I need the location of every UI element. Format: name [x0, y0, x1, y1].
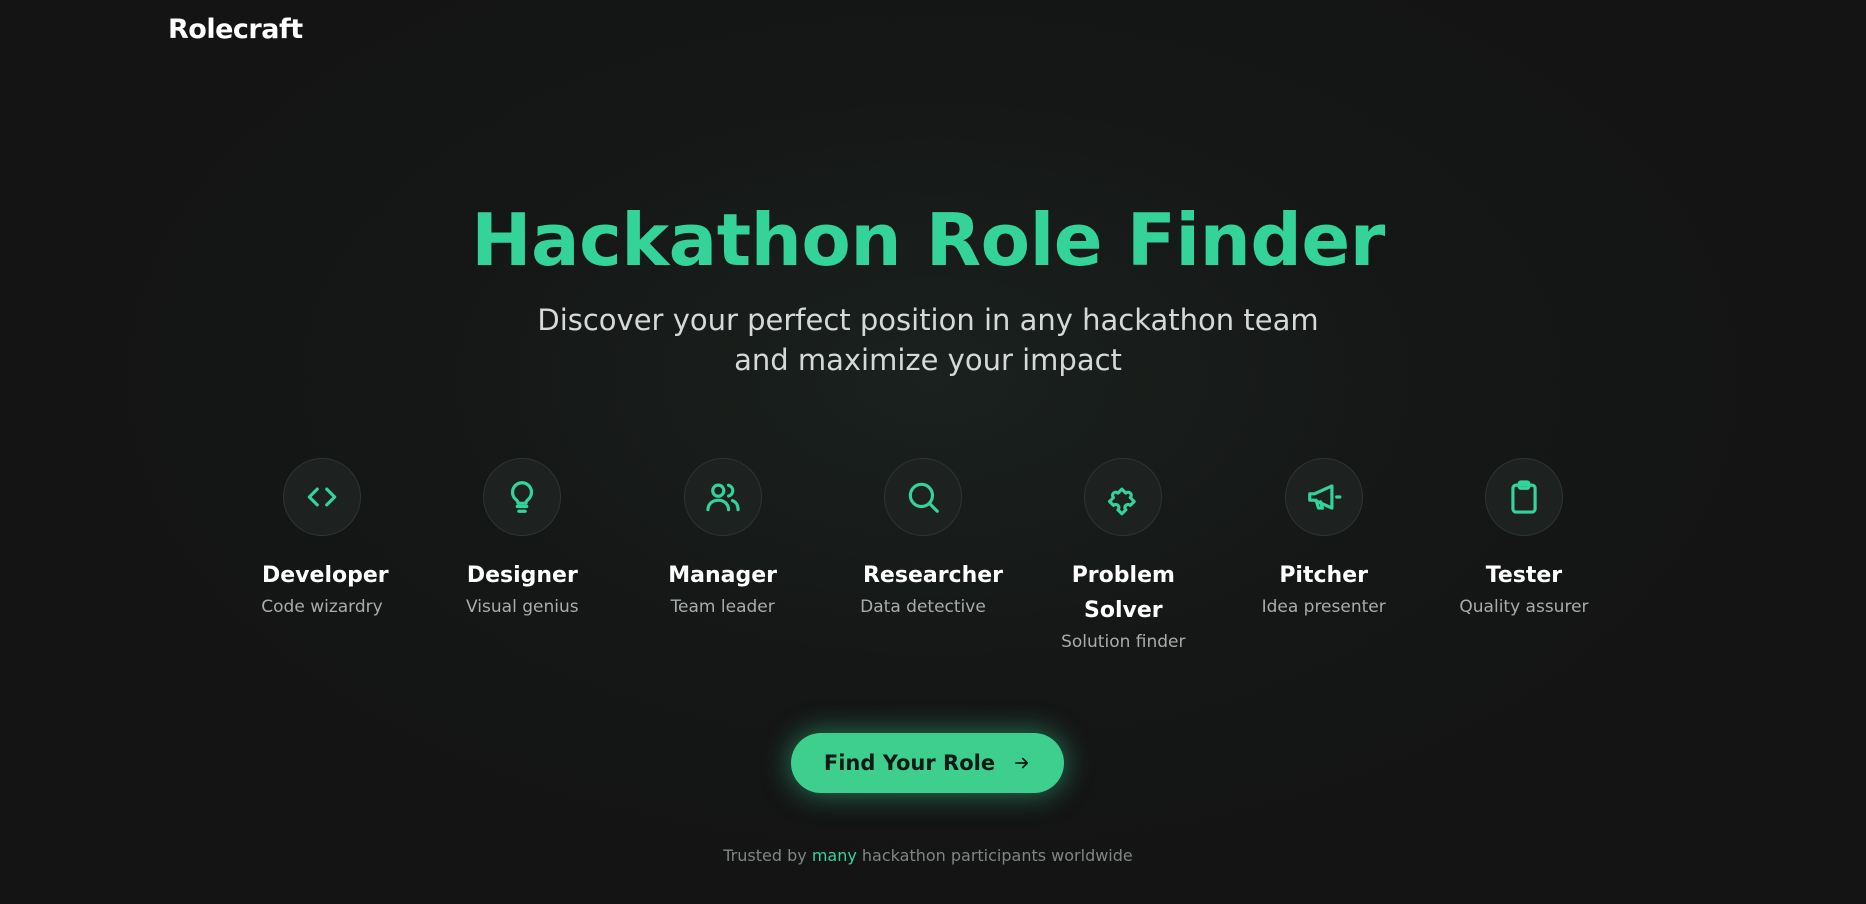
users-icon — [683, 458, 762, 536]
role-researcher[interactable]: Researcher Data detective — [823, 458, 1023, 654]
trust-highlight: many — [811, 846, 857, 865]
page-subtitle: Discover your perfect position in any ha… — [537, 303, 1319, 377]
brand-logo[interactable]: Rolecraft — [168, 14, 303, 45]
page-title: Hackathon Role Finder — [471, 198, 1385, 282]
trust-suffix: hackathon participants worldwide — [861, 846, 1133, 865]
role-name: Problem Solver — [1071, 563, 1175, 623]
role-name: Tester — [1485, 563, 1563, 588]
role-description: Code wizardry — [261, 597, 383, 617]
role-description: Team leader — [670, 597, 775, 617]
role-tester[interactable]: Tester Quality assurer — [1424, 458, 1624, 654]
role-manager[interactable]: Manager Team leader — [623, 458, 823, 654]
puzzle-icon — [1084, 458, 1163, 536]
role-description: Visual genius — [466, 597, 579, 617]
role-name: Designer — [466, 563, 578, 588]
role-description: Idea presenter — [1261, 597, 1386, 617]
role-name: Pitcher — [1279, 563, 1368, 588]
role-designer[interactable]: Designer Visual genius — [422, 458, 622, 654]
lightbulb-icon — [483, 458, 562, 536]
role-developer[interactable]: Developer Code wizardry — [222, 458, 422, 654]
clipboard-icon — [1484, 458, 1563, 536]
hero-section: Hackathon Role Finder Discover your perf… — [0, 192, 1856, 380]
find-your-role-button[interactable]: Find Your Role — [791, 733, 1064, 793]
roles-list: Developer Code wizardry Designer Visual … — [222, 458, 1624, 654]
cta-label: Find Your Role — [823, 751, 996, 775]
role-name: Developer — [262, 563, 389, 588]
role-description: Solution finder — [1061, 632, 1186, 652]
role-pitcher[interactable]: Pitcher Idea presenter — [1224, 458, 1424, 654]
role-description: Quality assurer — [1459, 597, 1589, 617]
megaphone-icon — [1284, 458, 1363, 536]
trust-prefix: Trusted by — [723, 846, 807, 865]
search-icon — [883, 458, 962, 536]
trust-note: Trusted by many hackathon participants w… — [0, 846, 1856, 865]
role-name: Researcher — [862, 563, 1004, 588]
arrow-right-icon — [1015, 757, 1029, 769]
code-icon — [283, 458, 361, 536]
role-name: Manager — [668, 563, 778, 588]
role-description: Data detective — [860, 597, 986, 617]
role-problem-solver[interactable]: Problem Solver Solution finder — [1023, 458, 1223, 654]
